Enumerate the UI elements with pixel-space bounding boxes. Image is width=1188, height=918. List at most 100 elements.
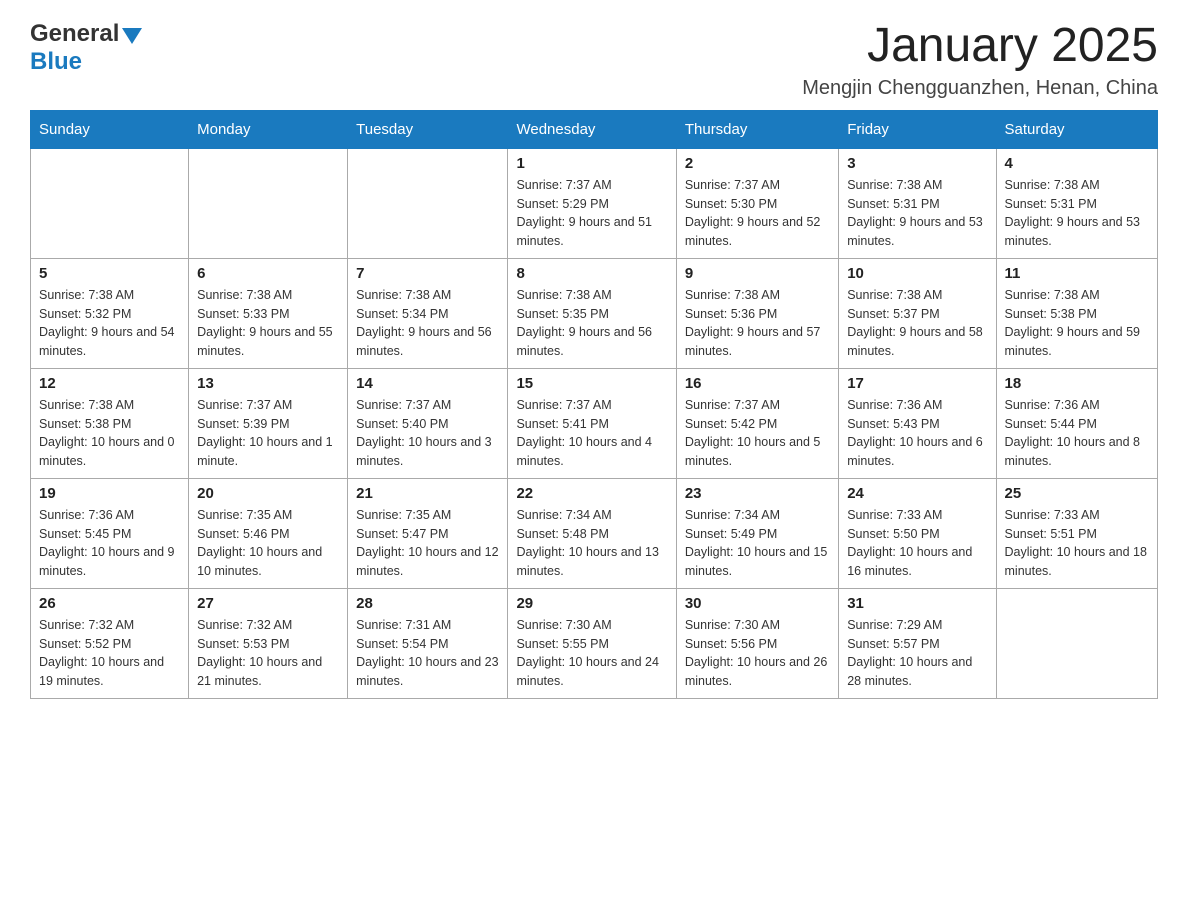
day-number: 2 [685, 155, 830, 172]
day-info: Sunrise: 7:38 AMSunset: 5:38 PMDaylight:… [1005, 288, 1141, 358]
calendar-cell: 26Sunrise: 7:32 AMSunset: 5:52 PMDayligh… [31, 588, 189, 698]
calendar-cell: 14 Sunrise: 7:37 AMSunset: 5:40 PMDayligh… [348, 368, 508, 478]
day-number: 20 [197, 485, 339, 502]
day-number: 27 [197, 595, 339, 612]
day-info: Sunrise: 7:38 AMSunset: 5:34 PMDaylight:… [356, 288, 492, 358]
day-info: Sunrise: 7:38 AMSunset: 5:31 PMDaylight:… [847, 178, 983, 248]
calendar-cell: 6Sunrise: 7:38 AMSunset: 5:33 PMDaylight… [189, 258, 348, 368]
calendar-cell: 30 Sunrise: 7:30 AMSunset: 5:56 PMDayligh… [676, 588, 838, 698]
calendar-cell: 21 Sunrise: 7:35 AMSunset: 5:47 PMDayligh… [348, 478, 508, 588]
day-info: Sunrise: 7:37 AMSunset: 5:30 PMDaylight:… [685, 178, 821, 248]
day-number: 11 [1005, 265, 1150, 282]
month-title: January 2025 [802, 20, 1158, 73]
day-info: Sunrise: 7:33 AMSunset: 5:51 PMDaylight:… [1005, 508, 1147, 578]
day-info: Sunrise: 7:30 AMSunset: 5:56 PMDaylight:… [685, 618, 827, 688]
logo-triangle-icon [122, 28, 142, 44]
day-info: Sunrise: 7:37 AMSunset: 5:42 PMDaylight:… [685, 398, 821, 468]
calendar-cell: 12Sunrise: 7:38 AMSunset: 5:38 PMDayligh… [31, 368, 189, 478]
calendar-cell: 20 Sunrise: 7:35 AMSunset: 5:46 PMDayligh… [189, 478, 348, 588]
calendar-cell: 10Sunrise: 7:38 AMSunset: 5:37 PMDayligh… [839, 258, 996, 368]
day-number: 8 [516, 265, 667, 282]
calendar-week-row: 1Sunrise: 7:37 AMSunset: 5:29 PMDaylight… [31, 148, 1158, 258]
day-info: Sunrise: 7:30 AMSunset: 5:55 PMDaylight:… [516, 618, 658, 688]
page-header: General Blue January 2025 Mengjin Chengg… [30, 20, 1158, 100]
day-number: 12 [39, 375, 180, 392]
day-number: 16 [685, 375, 830, 392]
calendar-cell: 15Sunrise: 7:37 AMSunset: 5:41 PMDayligh… [508, 368, 676, 478]
calendar-cell: 27 Sunrise: 7:32 AMSunset: 5:53 PMDayligh… [189, 588, 348, 698]
day-number: 4 [1005, 155, 1150, 172]
calendar-header-monday: Monday [189, 110, 348, 148]
calendar-cell [996, 588, 1158, 698]
day-number: 29 [516, 595, 667, 612]
day-number: 26 [39, 595, 180, 612]
day-info: Sunrise: 7:38 AMSunset: 5:32 PMDaylight:… [39, 288, 175, 358]
calendar-cell: 19Sunrise: 7:36 AMSunset: 5:45 PMDayligh… [31, 478, 189, 588]
day-number: 18 [1005, 375, 1150, 392]
calendar-cell: 13 Sunrise: 7:37 AMSunset: 5:39 PMDayligh… [189, 368, 348, 478]
day-number: 14 [356, 375, 499, 392]
day-info: Sunrise: 7:37 AMSunset: 5:39 PMDaylight:… [197, 398, 333, 468]
day-info: Sunrise: 7:35 AMSunset: 5:47 PMDaylight:… [356, 508, 498, 578]
calendar-cell: 5 Sunrise: 7:38 AMSunset: 5:32 PMDaylight… [31, 258, 189, 368]
logo-general-text: General [30, 20, 119, 48]
calendar-cell: 2 Sunrise: 7:37 AMSunset: 5:30 PMDaylight… [676, 148, 838, 258]
day-info: Sunrise: 7:29 AMSunset: 5:57 PMDaylight:… [847, 618, 972, 688]
day-number: 21 [356, 485, 499, 502]
calendar-cell: 23 Sunrise: 7:34 AMSunset: 5:49 PMDayligh… [676, 478, 838, 588]
day-info: Sunrise: 7:38 AMSunset: 5:37 PMDaylight:… [847, 288, 983, 358]
day-number: 3 [847, 155, 987, 172]
calendar-header-friday: Friday [839, 110, 996, 148]
day-info: Sunrise: 7:37 AMSunset: 5:40 PMDaylight:… [356, 398, 492, 468]
calendar-header-tuesday: Tuesday [348, 110, 508, 148]
calendar-week-row: 5 Sunrise: 7:38 AMSunset: 5:32 PMDaylight… [31, 258, 1158, 368]
day-number: 17 [847, 375, 987, 392]
calendar-header-sunday: Sunday [31, 110, 189, 148]
calendar-cell: 24 Sunrise: 7:33 AMSunset: 5:50 PMDayligh… [839, 478, 996, 588]
calendar-cell: 3 Sunrise: 7:38 AMSunset: 5:31 PMDaylight… [839, 148, 996, 258]
calendar-week-row: 12Sunrise: 7:38 AMSunset: 5:38 PMDayligh… [31, 368, 1158, 478]
day-number: 23 [685, 485, 830, 502]
day-info: Sunrise: 7:35 AMSunset: 5:46 PMDaylight:… [197, 508, 322, 578]
day-info: Sunrise: 7:34 AMSunset: 5:49 PMDaylight:… [685, 508, 827, 578]
day-number: 1 [516, 155, 667, 172]
day-info: Sunrise: 7:32 AMSunset: 5:53 PMDaylight:… [197, 618, 322, 688]
calendar-cell: 9 Sunrise: 7:38 AMSunset: 5:36 PMDaylight… [676, 258, 838, 368]
calendar-week-row: 19Sunrise: 7:36 AMSunset: 5:45 PMDayligh… [31, 478, 1158, 588]
calendar-week-row: 26Sunrise: 7:32 AMSunset: 5:52 PMDayligh… [31, 588, 1158, 698]
calendar-cell: 28 Sunrise: 7:31 AMSunset: 5:54 PMDayligh… [348, 588, 508, 698]
day-number: 6 [197, 265, 339, 282]
calendar-header-thursday: Thursday [676, 110, 838, 148]
calendar-header-row: SundayMondayTuesdayWednesdayThursdayFrid… [31, 110, 1158, 148]
calendar-cell: 7Sunrise: 7:38 AMSunset: 5:34 PMDaylight… [348, 258, 508, 368]
day-number: 24 [847, 485, 987, 502]
day-info: Sunrise: 7:33 AMSunset: 5:50 PMDaylight:… [847, 508, 972, 578]
logo-blue-text: Blue [30, 48, 82, 76]
calendar-cell: 8 Sunrise: 7:38 AMSunset: 5:35 PMDaylight… [508, 258, 676, 368]
day-number: 31 [847, 595, 987, 612]
day-info: Sunrise: 7:38 AMSunset: 5:36 PMDaylight:… [685, 288, 821, 358]
calendar-cell: 29 Sunrise: 7:30 AMSunset: 5:55 PMDayligh… [508, 588, 676, 698]
day-info: Sunrise: 7:31 AMSunset: 5:54 PMDaylight:… [356, 618, 498, 688]
day-info: Sunrise: 7:36 AMSunset: 5:44 PMDaylight:… [1005, 398, 1141, 468]
calendar-header-saturday: Saturday [996, 110, 1158, 148]
day-number: 13 [197, 375, 339, 392]
day-number: 19 [39, 485, 180, 502]
calendar-cell: 25Sunrise: 7:33 AMSunset: 5:51 PMDayligh… [996, 478, 1158, 588]
day-number: 9 [685, 265, 830, 282]
day-info: Sunrise: 7:38 AMSunset: 5:31 PMDaylight:… [1005, 178, 1141, 248]
calendar-cell: 18 Sunrise: 7:36 AMSunset: 5:44 PMDayligh… [996, 368, 1158, 478]
calendar-cell: 31 Sunrise: 7:29 AMSunset: 5:57 PMDayligh… [839, 588, 996, 698]
day-number: 30 [685, 595, 830, 612]
day-number: 22 [516, 485, 667, 502]
day-info: Sunrise: 7:38 AMSunset: 5:35 PMDaylight:… [516, 288, 652, 358]
day-number: 28 [356, 595, 499, 612]
location-title: Mengjin Chengguanzhen, Henan, China [802, 77, 1158, 100]
calendar-cell: 17 Sunrise: 7:36 AMSunset: 5:43 PMDayligh… [839, 368, 996, 478]
logo: General Blue [30, 20, 142, 76]
calendar-cell: 16 Sunrise: 7:37 AMSunset: 5:42 PMDayligh… [676, 368, 838, 478]
day-info: Sunrise: 7:36 AMSunset: 5:43 PMDaylight:… [847, 398, 983, 468]
title-block: January 2025 Mengjin Chengguanzhen, Hena… [802, 20, 1158, 100]
day-info: Sunrise: 7:37 AMSunset: 5:41 PMDaylight:… [516, 398, 652, 468]
day-number: 5 [39, 265, 180, 282]
